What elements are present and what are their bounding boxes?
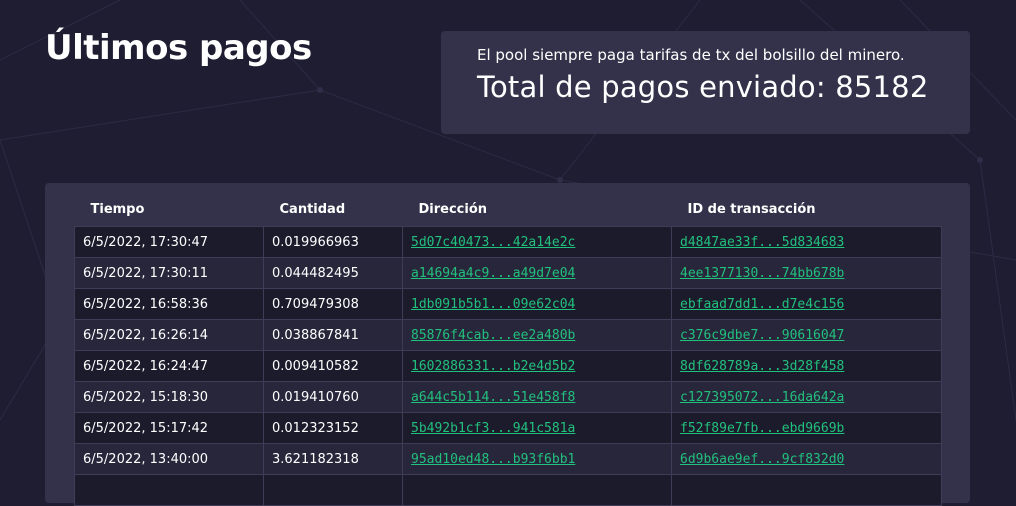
cell-address: 1db091b5b1...09e62c04 [402, 288, 672, 320]
cell-amount: 0.019966963 [263, 226, 403, 258]
cell-txid: c376c9dbe7...90616047 [671, 319, 942, 351]
cell-address: 1602886331...b2e4d5b2 [402, 350, 672, 382]
cell-txid: 6d9b6ae9ef...9cf832d0 [671, 443, 942, 475]
address-link[interactable]: a644c5b114...51e458f8 [411, 390, 575, 405]
cell-txid: f52f89e7fb...ebd9669b [671, 412, 942, 444]
fee-note: El pool siempre paga tarifas de tx del b… [477, 46, 905, 64]
column-header-time: Tiempo [90, 202, 145, 217]
cell-time [74, 474, 264, 506]
table-row: 6/5/2022, 16:58:36 0.709479308 1db091b5b… [74, 288, 942, 320]
cell-time: 6/5/2022, 17:30:11 [74, 257, 264, 289]
address-link[interactable]: 1db091b5b1...09e62c04 [411, 297, 575, 312]
txid-link[interactable]: 4ee1377130...74bb678b [680, 266, 844, 281]
txid-link[interactable]: ebfaad7dd1...d7e4c156 [680, 297, 844, 312]
cell-txid: 4ee1377130...74bb678b [671, 257, 942, 289]
table-row: 6/5/2022, 15:17:42 0.012323152 5b492b1cf… [74, 412, 942, 444]
cell-time: 6/5/2022, 17:30:47 [74, 226, 264, 258]
cell-amount: 0.012323152 [263, 412, 403, 444]
cell-txid: c127395072...16da642a [671, 381, 942, 413]
total-payments: Total de pagos enviado: 85182 [477, 70, 929, 104]
cell-address: 85876f4cab...ee2a480b [402, 319, 672, 351]
address-link[interactable]: a14694a4c9...a49d7e04 [411, 266, 575, 281]
payments-table: Tiempo Cantidad Dirección ID de transacc… [74, 193, 942, 506]
cell-time: 6/5/2022, 16:58:36 [74, 288, 264, 320]
table-header-row: Tiempo Cantidad Dirección ID de transacc… [75, 193, 942, 227]
cell-time: 6/5/2022, 15:17:42 [74, 412, 264, 444]
cell-amount: 0.009410582 [263, 350, 403, 382]
cell-address: 95ad10ed48...b93f6bb1 [402, 443, 672, 475]
cell-address: 5b492b1cf3...941c581a [402, 412, 672, 444]
cell-amount: 3.621182318 [263, 443, 403, 475]
txid-link[interactable]: 6d9b6ae9ef...9cf832d0 [680, 452, 844, 467]
txid-link[interactable]: 8df628789a...3d28f458 [680, 359, 844, 374]
cell-time: 6/5/2022, 13:40:00 [74, 443, 264, 475]
address-link[interactable]: 1602886331...b2e4d5b2 [411, 359, 575, 374]
cell-amount: 0.044482495 [263, 257, 403, 289]
table-row: 6/5/2022, 16:24:47 0.009410582 160288633… [74, 350, 942, 382]
address-link[interactable]: 5b492b1cf3...941c581a [411, 421, 575, 436]
table-row [74, 474, 942, 506]
cell-time: 6/5/2022, 16:26:14 [74, 319, 264, 351]
cell-time: 6/5/2022, 16:24:47 [74, 350, 264, 382]
address-link[interactable]: 85876f4cab...ee2a480b [411, 328, 575, 343]
table-row: 6/5/2022, 16:26:14 0.038867841 85876f4ca… [74, 319, 942, 351]
table-row: 6/5/2022, 15:18:30 0.019410760 a644c5b11… [74, 381, 942, 413]
txid-link[interactable]: c127395072...16da642a [680, 390, 844, 405]
table-row: 6/5/2022, 17:30:11 0.044482495 a14694a4c… [74, 257, 942, 289]
cell-txid: ebfaad7dd1...d7e4c156 [671, 288, 942, 320]
cell-address: 5d07c40473...42a14e2c [402, 226, 672, 258]
txid-link[interactable]: d4847ae33f...5d834683 [680, 235, 844, 250]
cell-time: 6/5/2022, 15:18:30 [74, 381, 264, 413]
address-link[interactable]: 5d07c40473...42a14e2c [411, 235, 575, 250]
column-header-txid: ID de transacción [687, 202, 816, 217]
cell-address: a644c5b114...51e458f8 [402, 381, 672, 413]
cell-amount: 0.709479308 [263, 288, 403, 320]
cell-address [402, 474, 672, 506]
payout-info-box: El pool siempre paga tarifas de tx del b… [441, 31, 970, 134]
page-title: Últimos pagos [45, 28, 312, 68]
payments-table-panel: Tiempo Cantidad Dirección ID de transacc… [45, 183, 970, 506]
cell-amount [263, 474, 403, 506]
cell-txid: d4847ae33f...5d834683 [671, 226, 942, 258]
table-row: 6/5/2022, 17:30:47 0.019966963 5d07c4047… [74, 226, 942, 258]
column-header-address: Dirección [418, 202, 488, 217]
address-link[interactable]: 95ad10ed48...b93f6bb1 [411, 452, 575, 467]
txid-link[interactable]: f52f89e7fb...ebd9669b [680, 421, 844, 436]
cell-amount: 0.019410760 [263, 381, 403, 413]
column-header-amount: Cantidad [279, 202, 346, 217]
cell-txid [671, 474, 942, 506]
txid-link[interactable]: c376c9dbe7...90616047 [680, 328, 844, 343]
table-row: 6/5/2022, 13:40:00 3.621182318 95ad10ed4… [74, 443, 942, 475]
cell-address: a14694a4c9...a49d7e04 [402, 257, 672, 289]
cell-amount: 0.038867841 [263, 319, 403, 351]
cell-txid: 8df628789a...3d28f458 [671, 350, 942, 382]
